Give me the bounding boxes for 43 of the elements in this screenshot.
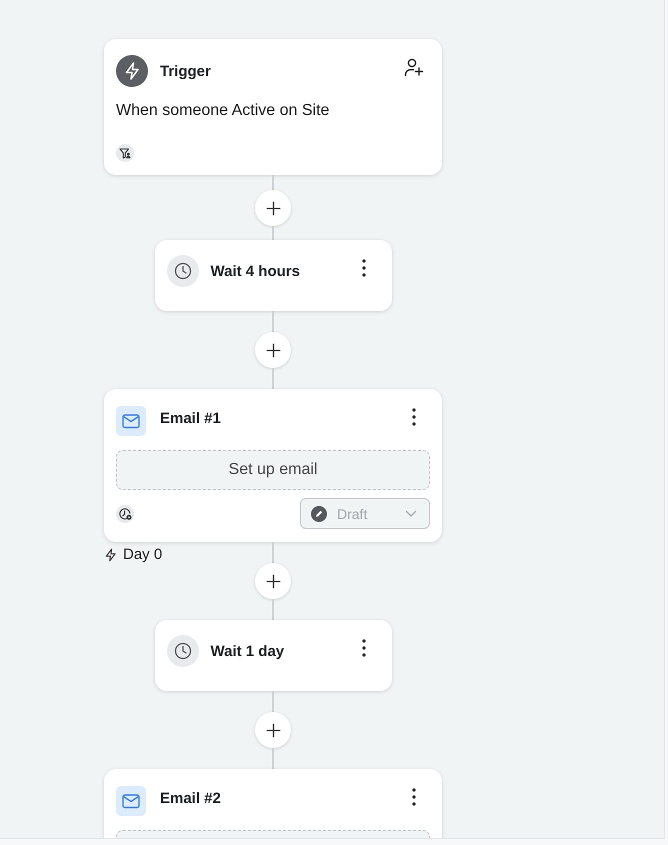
person-plus-icon	[404, 57, 424, 77]
clock-gear-icon[interactable]	[116, 504, 134, 522]
filter-person-icon[interactable]	[116, 144, 134, 162]
plus-icon	[264, 200, 282, 216]
clock-icon	[166, 635, 198, 667]
connector-line	[272, 542, 274, 563]
add-step-button[interactable]	[255, 332, 291, 368]
add-contact-button[interactable]	[404, 57, 424, 77]
chevron-down-icon	[405, 510, 417, 518]
more-options-icon	[362, 639, 366, 657]
plus-icon	[264, 572, 282, 590]
connector-line	[272, 599, 274, 620]
step-title: Email #1	[160, 410, 222, 427]
connector-line	[272, 748, 274, 769]
more-options-icon	[412, 788, 416, 806]
step-title: Wait 1 day	[210, 642, 286, 660]
envelope-icon	[116, 786, 146, 816]
trigger-card[interactable]: Trigger When someone Active on Site	[104, 39, 442, 175]
clock-icon	[166, 255, 198, 287]
lightning-icon	[116, 55, 148, 87]
setup-email-button[interactable]: Set up email	[116, 450, 430, 490]
step-title: Wait 4 hours	[210, 262, 301, 280]
connector-line	[272, 311, 274, 332]
add-step-button[interactable]	[255, 563, 291, 599]
plus-icon	[264, 722, 282, 738]
connector-line	[272, 226, 274, 240]
pencil-icon	[311, 506, 327, 522]
more-options-icon	[362, 259, 366, 277]
wait-card[interactable]: Wait 4 hours	[154, 240, 392, 311]
plus-icon	[264, 342, 282, 358]
step-title: Email #2	[160, 790, 222, 807]
add-step-button[interactable]	[255, 190, 291, 226]
trigger-description: When someone Active on Site	[116, 101, 330, 121]
more-options-icon	[412, 408, 416, 426]
lightning-icon	[104, 548, 118, 562]
step-title: Trigger	[160, 62, 212, 80]
envelope-icon	[116, 406, 146, 436]
connector-line	[272, 368, 274, 389]
wait-card[interactable]: Wait 1 day	[154, 620, 392, 691]
email-card[interactable]: Email #2	[104, 769, 442, 838]
add-step-button[interactable]	[255, 712, 291, 748]
day-label: Day 0	[123, 547, 162, 563]
connector-line	[272, 691, 274, 712]
